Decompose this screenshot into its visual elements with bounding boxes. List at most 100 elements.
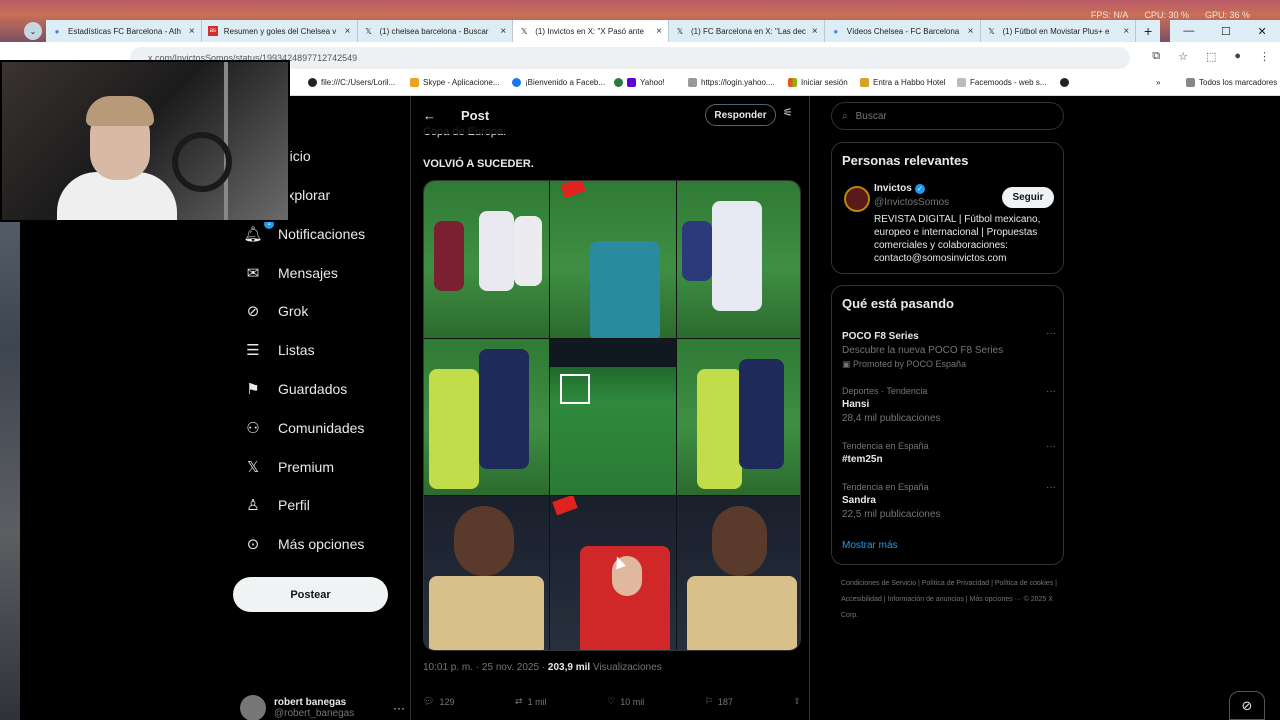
tab-title: (1) Invictos en X: "X Pasó ante <box>535 26 644 36</box>
search-input[interactable]: ⌕ Buscar <box>831 102 1064 130</box>
close-icon[interactable]: × <box>500 26 506 37</box>
nav-premium[interactable]: 𝕏 Premium <box>242 452 334 482</box>
player-figure <box>479 211 514 291</box>
nav-bookmarks[interactable]: ⚑ Guardados <box>242 374 347 404</box>
close-icon[interactable]: × <box>1123 26 1129 37</box>
close-icon[interactable]: × <box>189 26 195 37</box>
menu-icon[interactable]: ⋮ <box>1259 50 1270 63</box>
bookmark-item[interactable]: file:///C:/Users/Loril... <box>308 78 395 87</box>
post-metadata: 10:01 p. m. · 25 nov. 2025 · 203,9 mil V… <box>423 662 662 673</box>
views-label: Visualizaciones <box>590 662 662 673</box>
profile-name[interactable]: Invictos ✓ <box>874 183 925 194</box>
red-card <box>552 496 578 516</box>
back-arrow-icon[interactable]: ← <box>423 108 443 123</box>
nav-messages[interactable]: ✉ Mensajes <box>242 258 338 288</box>
perf-overlay: FPS: N/A CPU: 30 % GPU: 36 % <box>1091 10 1250 20</box>
grok-floating-icon[interactable]: ⊘ <box>1229 691 1265 720</box>
bookmark-action[interactable]: ⚐ 187 <box>705 696 733 707</box>
trend-item[interactable]: Deportes · Tendencia Hansi 28,4 mil publ… <box>842 386 1056 424</box>
bookmark-item[interactable] <box>1060 78 1073 87</box>
bookmark-item[interactable]: Skype - Aplicacione... <box>410 78 499 87</box>
bookmark-label: Skype - Aplicacione... <box>423 78 500 87</box>
close-icon[interactable]: × <box>812 26 818 37</box>
close-icon[interactable]: × <box>968 26 974 37</box>
browser-tab[interactable]: 𝕏 (1) FC Barcelona en X: "Las dec × <box>669 20 825 42</box>
close-icon[interactable]: × <box>656 26 662 37</box>
repost-icon: ⇄ <box>515 696 523 706</box>
more-icon[interactable]: ··· <box>1046 386 1056 397</box>
habbo-icon <box>860 78 869 87</box>
follow-button[interactable]: Seguir <box>1002 187 1054 208</box>
extensions-icon[interactable]: ⬚ <box>1206 50 1216 63</box>
nav-notifications[interactable]: 🔔︎ 1 Notificaciones <box>242 219 365 249</box>
post-media-collage[interactable] <box>423 180 801 651</box>
tab-title: (1) chelsea barcelona - Buscar <box>379 26 489 36</box>
referee-figure <box>590 241 660 338</box>
star-icon[interactable]: ☆ <box>1178 50 1188 63</box>
more-icon[interactable]: ··· <box>393 701 405 715</box>
nav-communities[interactable]: ⚇ Comunidades <box>242 413 364 443</box>
trend-item[interactable]: Tendencia en España Sandra 22,5 mil publ… <box>842 482 1056 520</box>
reply-action[interactable]: 💬︎ 129 <box>423 696 454 707</box>
share-action[interactable]: ⇪ <box>793 696 801 707</box>
close-icon[interactable]: × <box>345 26 351 37</box>
show-more-link[interactable]: Mostrar más <box>842 540 898 551</box>
profile-icon[interactable]: ● <box>1234 50 1241 63</box>
minimize-icon[interactable]: — <box>1183 25 1194 37</box>
collage-photo <box>550 339 676 495</box>
new-tab-button[interactable]: + <box>1136 20 1161 42</box>
avatar[interactable] <box>844 186 870 212</box>
nav-lists[interactable]: ☰ Listas <box>242 335 314 365</box>
page-icon <box>688 78 697 87</box>
footer-links[interactable]: Condiciones de Servicio | Política de Pr… <box>841 576 1061 624</box>
more-icon[interactable]: ··· <box>1046 328 1056 339</box>
browser-tab[interactable]: 𝕏 (1) chelsea barcelona - Buscar × <box>357 20 514 42</box>
reply-button[interactable]: Responder <box>705 104 776 126</box>
trend-title: Hansi <box>842 399 870 410</box>
x-icon: 𝕏 <box>676 26 684 36</box>
all-bookmarks[interactable]: Todos los marcadores <box>1186 78 1277 87</box>
browser-tab[interactable]: ● Estadísticas FC Barcelona - Ath × <box>46 20 202 42</box>
post-button[interactable]: Postear <box>233 577 388 612</box>
browser-tab[interactable]: as Resumen y goles del Chelsea v × <box>201 20 358 42</box>
bookmark-label: https://login.yahoo.... <box>701 78 775 87</box>
trend-context: Tendencia en España <box>842 441 929 451</box>
maximize-icon[interactable]: ☐ <box>1221 25 1231 38</box>
share-icon: ⇪ <box>793 696 801 706</box>
player-figure <box>682 221 712 281</box>
bookmark-item[interactable]: https://login.yahoo.... <box>688 78 775 87</box>
trend-item[interactable]: POCO F8 Series Descubre la nueva POCO F8… <box>842 328 1056 370</box>
player-face <box>454 506 514 576</box>
browser-tab-active[interactable]: 𝕏 (1) Invictos en X: "X Pasó ante × <box>513 20 669 42</box>
tab-title: Vídeos Chelsea - FC Barcelona <box>846 26 960 36</box>
bookmark-item[interactable]: Facemoods - web s... <box>957 78 1046 87</box>
repost-action[interactable]: ⇄ 1 mil <box>515 696 547 707</box>
install-icon[interactable]: ⧉ <box>1152 50 1160 63</box>
bookmark-item[interactable]: Iniciar sesión <box>788 78 848 87</box>
folder-icon <box>1186 78 1195 87</box>
x-icon: 𝕏 <box>988 26 995 36</box>
avatar <box>240 695 266 720</box>
bookmark-item[interactable]: Entra a Habbo Hotel <box>860 78 946 87</box>
bookmarks-overflow-icon[interactable]: » <box>1156 78 1160 87</box>
bookmark-item[interactable]: Yahoo! <box>614 78 665 87</box>
collage-photo <box>550 181 676 338</box>
bookmark-item[interactable]: ¡Bienvenido a Faceb... <box>512 78 605 87</box>
trend-title: POCO F8 Series <box>842 331 919 342</box>
account-switcher[interactable]: robert banegas @robert_banegas ··· <box>240 691 405 720</box>
trend-item[interactable]: Tendencia en España #tem25n ··· <box>842 441 1056 465</box>
generic-site-icon <box>614 78 623 87</box>
nav-more[interactable]: ⊙ Más opciones <box>242 529 365 559</box>
more-icon[interactable]: ··· <box>1046 482 1056 493</box>
as-icon: as <box>207 26 218 36</box>
tab-search-icon[interactable]: ⌄ <box>24 22 42 40</box>
nav-profile[interactable]: ♙ Perfil <box>242 490 310 520</box>
nav-grok[interactable]: ⊘ Grok <box>242 296 309 326</box>
browser-tab[interactable]: 𝕏 (1) Fútbol en Movistar Plus+ e × <box>980 20 1137 42</box>
close-window-icon[interactable]: ✕ <box>1257 25 1266 38</box>
browser-tab[interactable]: ● Vídeos Chelsea - FC Barcelona × <box>824 20 981 42</box>
like-count: 10 mil <box>620 696 645 707</box>
more-icon[interactable]: ··· <box>1046 441 1056 452</box>
filter-icon[interactable]: ⚟ <box>783 106 793 119</box>
like-action[interactable]: ♡ 10 mil <box>607 696 644 707</box>
